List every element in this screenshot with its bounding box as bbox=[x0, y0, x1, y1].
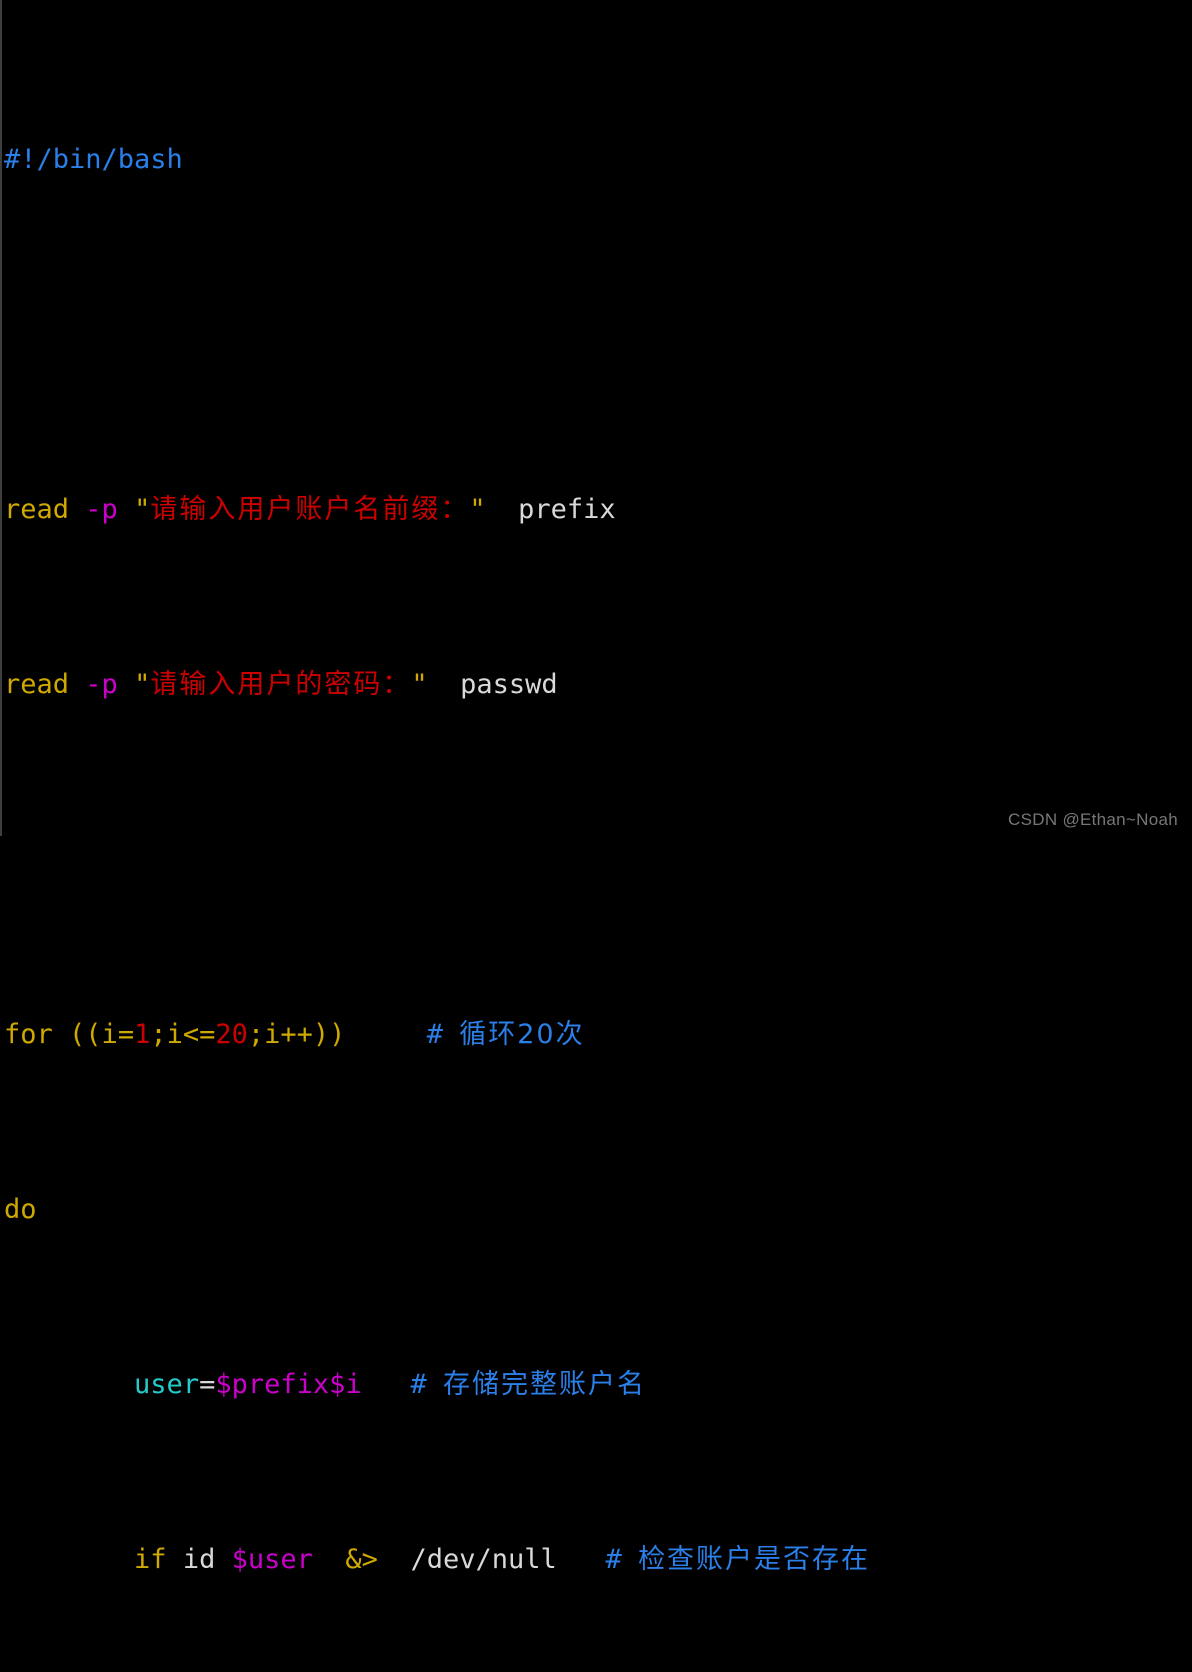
for-start-value: 1 bbox=[134, 1019, 151, 1050]
string-quote-close: " bbox=[411, 669, 428, 700]
code-editor-area[interactable]: #!/bin/bash read -p "请输入用户账户名前缀：" prefix… bbox=[0, 0, 1192, 1672]
csdn-watermark: CSDN @Ethan~Noah bbox=[1008, 810, 1178, 829]
code-line-if-id: if id $user &> /dev/null # 检查账户是否存在 bbox=[4, 1542, 1192, 1577]
assign-operator: = bbox=[199, 1369, 216, 1400]
read-keyword: read bbox=[4, 494, 70, 525]
code-line-shebang: #!/bin/bash bbox=[4, 142, 1192, 177]
if-keyword: if bbox=[134, 1544, 167, 1575]
read-var-passwd: passwd bbox=[460, 669, 558, 700]
comment-check-exists: 检查账户是否存在 bbox=[638, 1544, 871, 1575]
devnull-path: /dev/null bbox=[410, 1544, 557, 1575]
comment-store-fullname: 存储完整账户名 bbox=[442, 1369, 646, 1400]
comment-hash-icon: # bbox=[410, 1369, 427, 1400]
read-p-option: -p bbox=[85, 669, 118, 700]
for-limit-value: 20 bbox=[215, 1019, 248, 1050]
string-quote-close: " bbox=[469, 494, 486, 525]
for-expr-mid: ;i<= bbox=[150, 1019, 216, 1050]
comment-hash-icon: # bbox=[605, 1544, 622, 1575]
user-variable: $user bbox=[231, 1544, 313, 1575]
for-expr-open: ((i= bbox=[69, 1019, 135, 1050]
for-expr-tail: ;i++)) bbox=[247, 1019, 346, 1050]
read-p-option: -p bbox=[85, 494, 118, 525]
code-line-assign-user: user=$prefix$i # 存储完整账户名 bbox=[4, 1367, 1192, 1402]
do-keyword: do bbox=[4, 1194, 37, 1225]
shebang-text: #!/bin/bash bbox=[4, 144, 183, 175]
assign-value-expr: $prefix$i bbox=[215, 1369, 362, 1400]
read-var-prefix: prefix bbox=[518, 494, 616, 525]
code-line-read-prefix: read -p "请输入用户账户名前缀：" prefix bbox=[4, 492, 1192, 527]
read-keyword: read bbox=[4, 669, 70, 700]
prompt-string-passwd: 请输入用户的密码： bbox=[150, 669, 412, 700]
id-command: id bbox=[182, 1544, 216, 1575]
var-name-user: user bbox=[134, 1369, 200, 1400]
code-line-do: do bbox=[4, 1192, 1192, 1227]
comment-loop-20: 循环20次 bbox=[459, 1019, 585, 1050]
code-line-for: for ((i=1;i<=20;i++)) # 循环20次 bbox=[4, 1017, 1192, 1052]
for-keyword: for bbox=[4, 1019, 53, 1050]
comment-hash-icon: # bbox=[426, 1019, 443, 1050]
string-quote-open: " bbox=[134, 494, 151, 525]
code-line-read-passwd: read -p "请输入用户的密码：" passwd bbox=[4, 667, 1192, 702]
terminal-window: #!/bin/bash read -p "请输入用户账户名前缀：" prefix… bbox=[0, 0, 1192, 1575]
redirect-operator: &> bbox=[345, 1544, 378, 1575]
string-quote-open: " bbox=[134, 669, 151, 700]
prompt-string-prefix: 请输入用户账户名前缀： bbox=[150, 494, 470, 525]
